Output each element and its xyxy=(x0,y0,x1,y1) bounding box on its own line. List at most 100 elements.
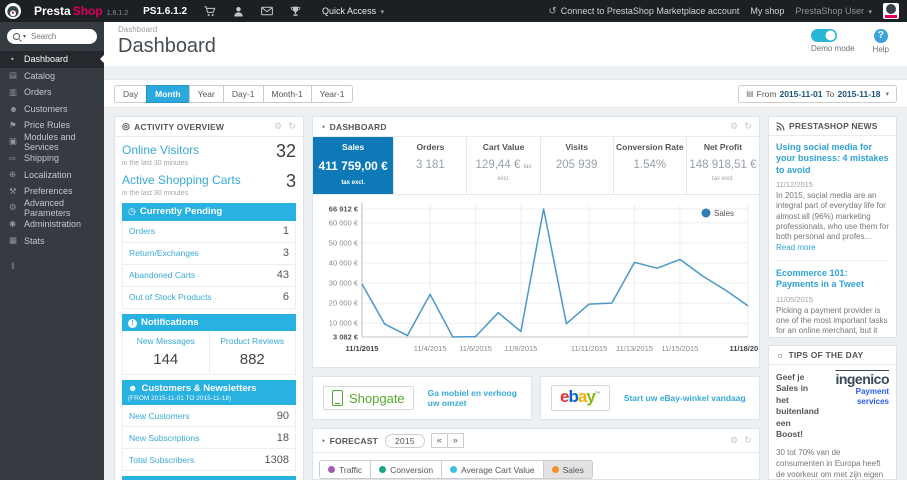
kpi-orders[interactable]: Orders 3 181 xyxy=(393,137,466,194)
sidebar-search[interactable]: ▾ xyxy=(7,29,97,44)
help-icon[interactable]: ? xyxy=(873,29,888,43)
kpi-sales[interactable]: Sales 411 759,00 € tax excl. xyxy=(313,137,394,194)
svg-text:11/8/2015: 11/8/2015 xyxy=(505,344,538,353)
sidebar-item-label: Modules and Services xyxy=(24,131,76,152)
range-year-button[interactable]: Year xyxy=(188,84,224,103)
sidebar-item-label: Shipping xyxy=(24,153,60,164)
dashboard-icon: ◔ xyxy=(320,121,326,132)
user-avatar[interactable] xyxy=(883,3,899,19)
sidebar-item-dashboard[interactable]: ◔ Dashboard xyxy=(0,51,104,68)
gear-icon[interactable]: ⚙ xyxy=(730,435,738,446)
row-link[interactable]: Abandoned Carts xyxy=(129,270,195,280)
news-article-title[interactable]: Ecommerce 101: Payments in a Tweet xyxy=(776,268,889,291)
news-panel-title: PRESTASHOP NEWS xyxy=(789,121,878,131)
sidebar-item-stats[interactable]: ▦ Stats xyxy=(0,233,104,250)
new-messages-cell[interactable]: New Messages 144 xyxy=(122,331,209,376)
forecast-next-button[interactable]: » xyxy=(446,433,464,448)
caret-down-icon: ▾ xyxy=(885,90,889,98)
sidebar-item-modules[interactable]: ▣ Modules and Services xyxy=(0,131,104,152)
forecast-avg-cart-button[interactable]: Average Cart Value xyxy=(441,460,544,479)
row-link[interactable]: New Customers xyxy=(129,411,189,421)
row-link[interactable]: Return/Exchanges xyxy=(129,248,199,258)
messages-icon[interactable] xyxy=(261,6,273,16)
date-to-value: 2015-11-18 xyxy=(837,88,881,99)
customer-icon[interactable] xyxy=(233,6,244,17)
forecast-traffic-button[interactable]: Traffic xyxy=(319,460,372,479)
sidebar-nav: ◔ Dashboard ▤ Catalog ▥ Orders ☻ Customers ⚑… xyxy=(0,51,104,249)
refresh-icon[interactable]: ↻ xyxy=(288,121,296,132)
sidebar-item-advanced-parameters[interactable]: ⚙ Advanced Parameters xyxy=(0,198,104,218)
range-year-1-button[interactable]: Year-1 xyxy=(310,84,354,103)
sidebar-item-customers[interactable]: ☻ Customers xyxy=(0,101,104,118)
page-header: Dashboard Dashboard Demo mode ? Help xyxy=(104,22,907,66)
kpi-conversion-rate[interactable]: Conversion Rate 1.54% xyxy=(612,137,686,194)
news-article-excerpt: In 2015, social media are an integral pa… xyxy=(776,190,889,252)
kpi-visits[interactable]: Visits 205 939 xyxy=(539,137,613,194)
sidebar-item-label: Administration xyxy=(24,219,82,230)
sidebar-item-administration[interactable]: ✱ Administration xyxy=(0,216,104,233)
prestashop-logo-icon[interactable] xyxy=(5,3,21,19)
puzzle-icon: ▣ xyxy=(9,136,18,147)
cart-icon[interactable] xyxy=(204,5,216,17)
forecast-panel: ◔ FORECAST 2015 « » ⚙ ↻ Traffic Conversi… xyxy=(312,428,760,480)
forecast-prev-button[interactable]: « xyxy=(430,433,448,448)
pending-row-orders: Orders 1 xyxy=(122,220,296,243)
sidebar-item-localization[interactable]: ⊕ Localization xyxy=(0,167,104,184)
my-shop-link[interactable]: My shop xyxy=(750,6,784,16)
row-link[interactable]: Orders xyxy=(129,226,155,236)
product-reviews-cell[interactable]: Product Reviews 882 xyxy=(208,331,296,376)
sidebar-item-orders[interactable]: ▥ Orders xyxy=(0,84,104,101)
read-more-link[interactable]: Read more xyxy=(776,243,816,252)
shopgate-link[interactable]: Ga mobiel en verhoog uw omzet xyxy=(428,388,521,408)
gear-icon[interactable]: ⚙ xyxy=(730,121,738,132)
row-link[interactable]: Out of Stock Products xyxy=(129,292,212,302)
sidebar-item-shipping[interactable]: ⇨ Shipping xyxy=(0,150,104,167)
ebay-link[interactable]: Start uw eBay-winkel vandaag xyxy=(624,393,746,403)
user-menu[interactable]: PrestaShop User ▾ xyxy=(795,6,872,16)
range-day-button[interactable]: Day xyxy=(114,84,148,103)
cog-icon: ✱ xyxy=(9,218,17,229)
topbar: Presta Shop 1.6.1.2 PS1.6.1.2 Quick Acces… xyxy=(0,0,907,22)
kpi-cart-value[interactable]: Cart Value 129,44 € tax excl. xyxy=(466,137,539,194)
sync-icon: ↺ xyxy=(548,5,557,17)
marketplace-link[interactable]: ↺ Connect to PrestaShop Marketplace acco… xyxy=(548,6,739,17)
kpi-net-profit[interactable]: Net Profit 148 918,51 € tax excl. xyxy=(685,137,759,194)
gear-icon[interactable]: ⚙ xyxy=(274,121,282,132)
online-visitors-value: 32 xyxy=(275,141,296,161)
calendar-icon: ▤ xyxy=(746,89,754,98)
customers-date-range: (FROM 2015-11-01 TO 2015-11-18) xyxy=(128,394,232,402)
search-input[interactable] xyxy=(29,31,91,42)
users-icon: ☻ xyxy=(128,383,138,394)
truck-icon: ⇨ xyxy=(9,152,17,163)
row-link[interactable]: Total Subscribers xyxy=(129,455,194,465)
pending-row-returns: Return/Exchanges 3 xyxy=(122,242,296,265)
forecast-sales-button[interactable]: Sales xyxy=(542,460,593,479)
row-link[interactable]: New Subscriptions xyxy=(129,433,199,443)
sidebar-item-label: Catalog xyxy=(24,70,56,81)
svg-text:11/1/2015: 11/1/2015 xyxy=(346,344,379,353)
sidebar-item-catalog[interactable]: ▤ Catalog xyxy=(0,68,104,85)
active-carts-stat[interactable]: Active Shopping Carts 3 xyxy=(122,172,296,190)
trophy-icon[interactable] xyxy=(290,6,301,17)
ebay-logo: ebay™ xyxy=(551,385,610,411)
kpi-row: Sales 411 759,00 € tax excl. Orders 3 181 … xyxy=(313,137,759,195)
news-article-title[interactable]: Using social media for your business: 4 … xyxy=(776,142,889,176)
lightbulb-icon: ☼ xyxy=(776,350,785,360)
news-article-excerpt: Picking a payment provider is one of the… xyxy=(776,305,888,337)
sidebar: ▾ ◔ Dashboard ▤ Catalog ▥ Orders ☻ Customers… xyxy=(0,22,104,480)
ingenico-logo: ingenico Payment services xyxy=(835,371,889,406)
range-month-1-button[interactable]: Month-1 xyxy=(262,84,312,103)
date-range-button[interactable]: ▤ From 2015-11-01 To 2015-11-18 ▾ xyxy=(738,84,897,103)
refresh-icon[interactable]: ↻ xyxy=(744,121,752,132)
sidebar-collapse-icon[interactable]: ‖ xyxy=(11,261,104,271)
refresh-icon[interactable]: ↻ xyxy=(744,435,752,446)
quick-access-menu[interactable]: Quick Access ▾ xyxy=(322,6,384,16)
tips-heading: Geef je Sales in het buitenland een Boos… xyxy=(776,372,819,440)
online-visitors-stat[interactable]: Online Visitors 32 xyxy=(122,141,296,161)
range-day-1-button[interactable]: Day-1 xyxy=(222,84,264,103)
range-month-button[interactable]: Month xyxy=(146,84,190,103)
demo-mode-toggle[interactable] xyxy=(810,29,855,42)
forecast-conversion-button[interactable]: Conversion xyxy=(370,460,443,479)
forecast-icon: ◔ xyxy=(320,435,326,446)
date-from-label: From xyxy=(756,88,777,99)
